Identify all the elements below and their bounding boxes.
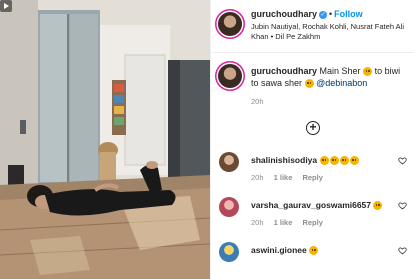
author-avatar[interactable] xyxy=(218,12,242,36)
lion-emoji-icon xyxy=(304,79,314,89)
follow-button[interactable]: Follow xyxy=(334,9,363,19)
sad-emoji-icon xyxy=(373,201,383,211)
caption-mention-link[interactable]: @debinabon xyxy=(316,78,367,88)
laughing-emoji-icon xyxy=(319,156,329,166)
comment-meta: 20h 1 like Reply xyxy=(251,173,331,182)
reply-button[interactable]: Reply xyxy=(302,218,322,227)
comment-likes[interactable]: 1 like xyxy=(274,173,293,182)
post-side-panel: guruchoudhary ✓ • Follow Jubin Nautiyal, Ro… xyxy=(210,0,414,279)
post-photo-scene xyxy=(0,0,210,279)
comment-meta: 20h 1 like Reply xyxy=(251,218,331,227)
caption-timestamp: 20h xyxy=(251,97,264,106)
comment-username[interactable]: aswini.gionee xyxy=(251,245,307,255)
caption-text-a: Main Sher xyxy=(319,66,361,76)
grinning-emoji-icon xyxy=(309,246,319,256)
caption-author-avatar[interactable] xyxy=(218,64,242,88)
comment-item: varsha_gaurav_goswami6657 20h 1 like Rep… xyxy=(211,197,414,237)
heart-icon[interactable] xyxy=(398,201,407,210)
laughing-emoji-icon xyxy=(349,156,359,166)
commenter-avatar[interactable] xyxy=(219,242,239,262)
comment-line: varsha_gaurav_goswami6657 xyxy=(251,200,383,211)
caption-username[interactable]: guruchoudhary xyxy=(251,66,317,76)
heart-icon[interactable] xyxy=(398,156,407,165)
audio-track-link[interactable]: Jubin Nautiyal, Rochak Kohli, Nusrat Fat… xyxy=(251,22,406,42)
comment-username[interactable]: shalinishisodiya xyxy=(251,155,317,165)
lion-emoji-icon xyxy=(363,67,373,77)
commenter-avatar[interactable] xyxy=(219,197,239,217)
heart-icon[interactable] xyxy=(398,246,407,255)
plus-circle-icon[interactable]: + xyxy=(306,121,320,135)
comment-item: shalinishisodiya 20h 1 like Reply xyxy=(211,152,414,192)
reply-button[interactable]: Reply xyxy=(302,173,322,182)
post-caption: guruchoudhary Main Sher to biwi to sawa … xyxy=(251,65,409,89)
comment-likes[interactable]: 1 like xyxy=(274,218,293,227)
author-username[interactable]: guruchoudhary xyxy=(251,9,317,19)
verified-badge-icon: ✓ xyxy=(319,10,328,19)
comment-item: aswini.gionee xyxy=(211,242,414,279)
comment-line: shalinishisodiya xyxy=(251,155,360,166)
laughing-emoji-icon xyxy=(339,156,349,166)
comment-line: aswini.gionee xyxy=(251,245,319,256)
post-header: guruchoudhary ✓ • Follow xyxy=(251,9,363,19)
divider xyxy=(211,52,414,53)
comment-time: 20h xyxy=(251,173,264,182)
commenter-avatar[interactable] xyxy=(219,152,239,172)
separator-dot: • xyxy=(329,9,333,19)
comment-time: 20h xyxy=(251,218,264,227)
comment-username[interactable]: varsha_gaurav_goswami6657 xyxy=(251,200,371,210)
play-icon[interactable] xyxy=(0,0,12,12)
post-photo[interactable] xyxy=(0,0,210,279)
laughing-emoji-icon xyxy=(329,156,339,166)
